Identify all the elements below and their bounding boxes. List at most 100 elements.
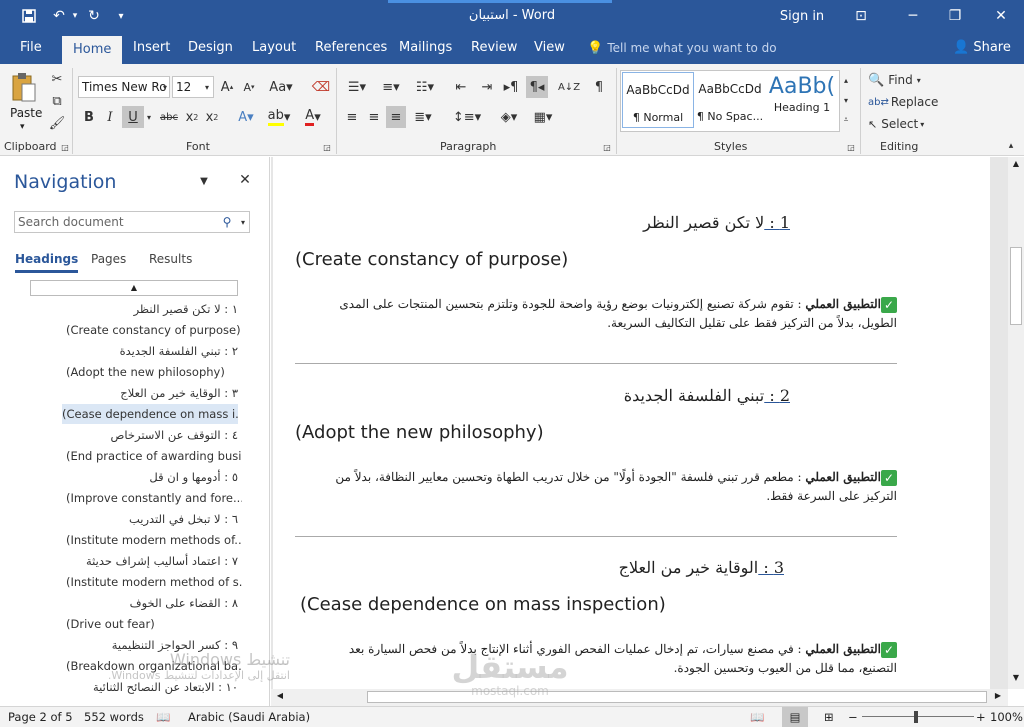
styles-more-icon[interactable]: ⩡: [840, 112, 852, 128]
collapse-ribbon-icon[interactable]: ▴: [1004, 140, 1018, 152]
nav-heading-arabic[interactable]: ٧ : اعتماد أساليب إشراف حديثة: [40, 551, 238, 571]
vertical-scrollbar[interactable]: ▲ ▼: [1008, 157, 1024, 689]
zoom-level[interactable]: 100%: [990, 710, 1023, 724]
word-count[interactable]: 552 words: [84, 710, 144, 724]
chevron-down-icon[interactable]: ▾: [238, 213, 248, 231]
chevron-down-icon[interactable]: ▾: [202, 78, 212, 96]
proofing-icon[interactable]: 📖: [156, 710, 170, 724]
font-color-icon[interactable]: A ▾: [298, 106, 328, 128]
nav-heading-english[interactable]: (Drive out fear): [66, 614, 242, 634]
scroll-up-button[interactable]: ▲: [30, 280, 238, 296]
nav-heading-arabic[interactable]: ٤ : التوقف عن الاسترخاص: [40, 425, 238, 445]
minimize-button[interactable]: ─: [898, 0, 928, 32]
nav-heading-english[interactable]: (Breakdown organizational ba...: [66, 656, 242, 676]
multilevel-list-icon[interactable]: ☷▾: [410, 76, 440, 98]
tab-file[interactable]: File: [11, 32, 51, 64]
nav-heading-english[interactable]: (Adopt the new philosophy): [66, 362, 242, 382]
find-button[interactable]: 🔍 Find ▾: [868, 70, 930, 90]
nav-heading-arabic[interactable]: ٥ : أدومها و ان قل: [40, 467, 238, 487]
bold-icon[interactable]: B: [80, 106, 98, 128]
close-icon[interactable]: ✕: [236, 171, 254, 189]
nav-heading-arabic[interactable]: ١ : لا تكن قصير النظر: [40, 299, 238, 319]
tab-layout[interactable]: Layout: [243, 32, 305, 64]
justify-icon[interactable]: ≣▾: [408, 106, 438, 128]
italic-icon[interactable]: I: [101, 106, 119, 128]
increase-indent-icon[interactable]: ⇥: [476, 76, 498, 98]
bullets-icon[interactable]: ☰▾: [342, 76, 372, 98]
zoom-in-icon[interactable]: +: [976, 710, 986, 724]
page-count[interactable]: Page 2 of 5: [8, 710, 73, 724]
tab-view[interactable]: View: [525, 32, 574, 64]
align-left-icon[interactable]: ≡: [342, 106, 362, 128]
numbering-icon[interactable]: ≡▾: [376, 76, 406, 98]
sign-in-link[interactable]: Sign in: [776, 0, 828, 32]
shrink-font-icon[interactable]: A ▾: [240, 76, 258, 98]
ltr-direction-icon[interactable]: ▸¶: [500, 76, 522, 98]
scroll-right-icon[interactable]: ▶: [991, 691, 1005, 705]
highlight-color-icon[interactable]: ab ▾: [264, 106, 294, 128]
shading-icon[interactable]: ◈▾: [494, 106, 524, 128]
nav-heading-arabic[interactable]: ٦ : لا تبخل في التدريب: [40, 509, 238, 529]
font-name-select[interactable]: Times New Ro: [78, 76, 170, 98]
chevron-down-icon[interactable]: ▾: [144, 106, 154, 128]
copy-icon[interactable]: ⧉: [48, 92, 66, 110]
language-indicator[interactable]: Arabic (Saudi Arabia): [188, 710, 310, 724]
zoom-thumb[interactable]: [914, 711, 918, 723]
replace-button[interactable]: ab⇄ Replace: [868, 92, 938, 112]
show-formatting-icon[interactable]: ¶: [588, 76, 610, 98]
paragraph-launcher-icon[interactable]: ◲: [602, 142, 612, 152]
align-right-icon[interactable]: ≡: [386, 106, 406, 128]
search-document-input[interactable]: Search document: [14, 211, 250, 233]
paste-icon[interactable]: [8, 70, 40, 106]
nav-heading-english[interactable]: (Institute modern method of s...: [66, 572, 242, 592]
tab-mailings[interactable]: Mailings: [390, 32, 461, 64]
tab-review[interactable]: Review: [462, 32, 526, 64]
ribbon-display-options-icon[interactable]: ⊡: [852, 0, 870, 32]
nav-heading-arabic[interactable]: ٩ : كسر الحواجز التنظيمية: [40, 635, 238, 655]
tell-me-box[interactable]: 💡 Tell me what you want to do: [578, 32, 786, 64]
font-launcher-icon[interactable]: ◲: [322, 142, 332, 152]
clear-formatting-icon[interactable]: ⌫: [310, 76, 332, 98]
select-button[interactable]: ↖ Select ▾: [868, 114, 930, 134]
underline-icon[interactable]: U: [122, 106, 144, 128]
nav-heading-arabic[interactable]: ٨ : القضاء على الخوف: [40, 593, 238, 613]
scroll-thumb[interactable]: [367, 691, 987, 703]
nav-heading-english[interactable]: (Improve constantly and fore...: [66, 488, 242, 508]
scroll-down-icon[interactable]: ▼: [1008, 673, 1024, 687]
decrease-indent-icon[interactable]: ⇤: [450, 76, 472, 98]
scroll-thumb[interactable]: [1010, 247, 1022, 325]
tab-home[interactable]: Home: [62, 36, 123, 64]
paste-dropdown-icon[interactable]: ▾: [20, 122, 25, 132]
nav-heading-english[interactable]: (Institute modern methods of...: [66, 530, 242, 550]
share-button[interactable]: 👤 Share: [944, 32, 1020, 64]
subscript-icon[interactable]: x2: [182, 106, 202, 128]
sort-icon[interactable]: A↓Z: [558, 76, 580, 98]
superscript-icon[interactable]: x2: [202, 106, 222, 128]
restore-button[interactable]: ❐: [940, 0, 970, 32]
scroll-up-icon[interactable]: ▲: [1008, 159, 1024, 173]
read-mode-icon[interactable]: 📖: [750, 710, 764, 724]
nav-heading-english[interactable]: (Cease dependence on mass i...: [62, 404, 238, 424]
tab-results[interactable]: Results: [149, 252, 192, 266]
tab-references[interactable]: References: [306, 32, 396, 64]
clipboard-launcher-icon[interactable]: ◲: [60, 142, 70, 152]
tab-insert[interactable]: Insert: [124, 32, 179, 64]
tab-pages[interactable]: Pages: [91, 252, 126, 266]
line-spacing-icon[interactable]: ↕≡▾: [452, 106, 482, 128]
change-case-icon[interactable]: Aa▾: [268, 76, 294, 98]
align-center-icon[interactable]: ≡: [364, 106, 384, 128]
scroll-left-icon[interactable]: ◀: [273, 691, 287, 705]
nav-options-icon[interactable]: ▼: [196, 173, 212, 189]
nav-heading-english[interactable]: (Create constancy of purpose): [66, 320, 242, 340]
styles-scroll-up-icon[interactable]: ▴: [840, 72, 852, 88]
styles-launcher-icon[interactable]: ◲: [846, 142, 856, 152]
text-effects-icon[interactable]: A▾: [232, 106, 260, 128]
format-painter-icon[interactable]: 🖌: [48, 114, 66, 132]
print-layout-icon[interactable]: ▤: [782, 707, 808, 727]
paste-button[interactable]: Paste: [10, 106, 42, 120]
style-no-spacing[interactable]: AaBbCcDd ¶ No Spac...: [694, 72, 766, 128]
search-icon[interactable]: ⚲: [218, 213, 236, 231]
rtl-direction-icon[interactable]: ¶◂: [526, 76, 548, 98]
strikethrough-icon[interactable]: abc: [158, 106, 180, 128]
web-layout-icon[interactable]: ⊞: [824, 710, 834, 724]
